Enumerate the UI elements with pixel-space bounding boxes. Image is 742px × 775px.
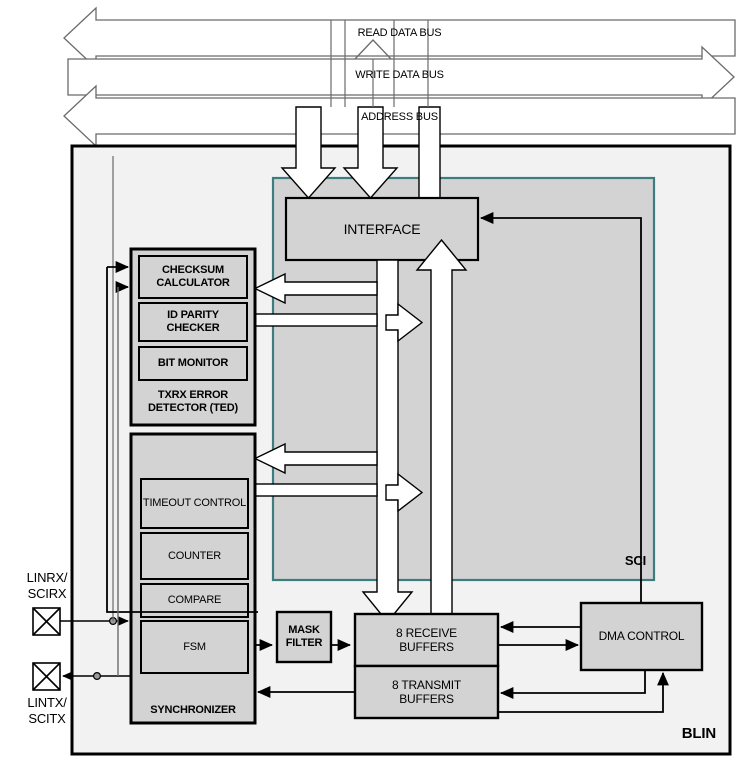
pin-label-linrx-scirx: LINRX/ SCIRX (26, 570, 68, 601)
bus-label-address-bus: ADDRESS BUS (361, 110, 438, 123)
pin-label-lintx-scitx: LINTX/ SCITX (27, 695, 67, 726)
label-interface: INTERFACE (343, 220, 421, 237)
label-checksum-calculator: CHECKSUM CALCULATOR (156, 264, 230, 289)
label-receive-buffers: 8 RECEIVE BUFFERS (396, 625, 457, 654)
pin-linrx-scirx (32, 607, 61, 636)
label-fsm: FSM (183, 640, 206, 653)
region-label-sci: SCI (624, 553, 646, 569)
label-transmit-buffers: 8 TRANSMIT BUFFERS (391, 677, 462, 706)
label-compare: COMPARE (167, 594, 222, 607)
label-timeout-control: TIMEOUT CONTROL (142, 497, 247, 510)
label-counter: COUNTER (168, 549, 221, 562)
label-dma-control: DMA CONTROL (598, 629, 685, 644)
label-ted: TXRX ERROR DETECTOR (TED) (148, 389, 238, 414)
block-diagram-canvas: READ DATA BUS WRITE DATA BUS ADDRESS BUS… (0, 0, 742, 775)
bus-label-read-data-bus: READ DATA BUS (357, 26, 442, 39)
region-label-blin: BLIN (681, 725, 716, 743)
pin-lintx-scitx (32, 662, 61, 691)
label-bit-monitor: BIT MONITOR (157, 357, 229, 370)
label-mask-filter: MASK FILTER (285, 624, 323, 649)
bus-label-write-data-bus: WRITE DATA BUS (355, 68, 444, 81)
label-synchronizer: SYNCHRONIZER (150, 703, 236, 716)
label-id-parity-checker: ID PARITY CHECKER (166, 309, 220, 334)
